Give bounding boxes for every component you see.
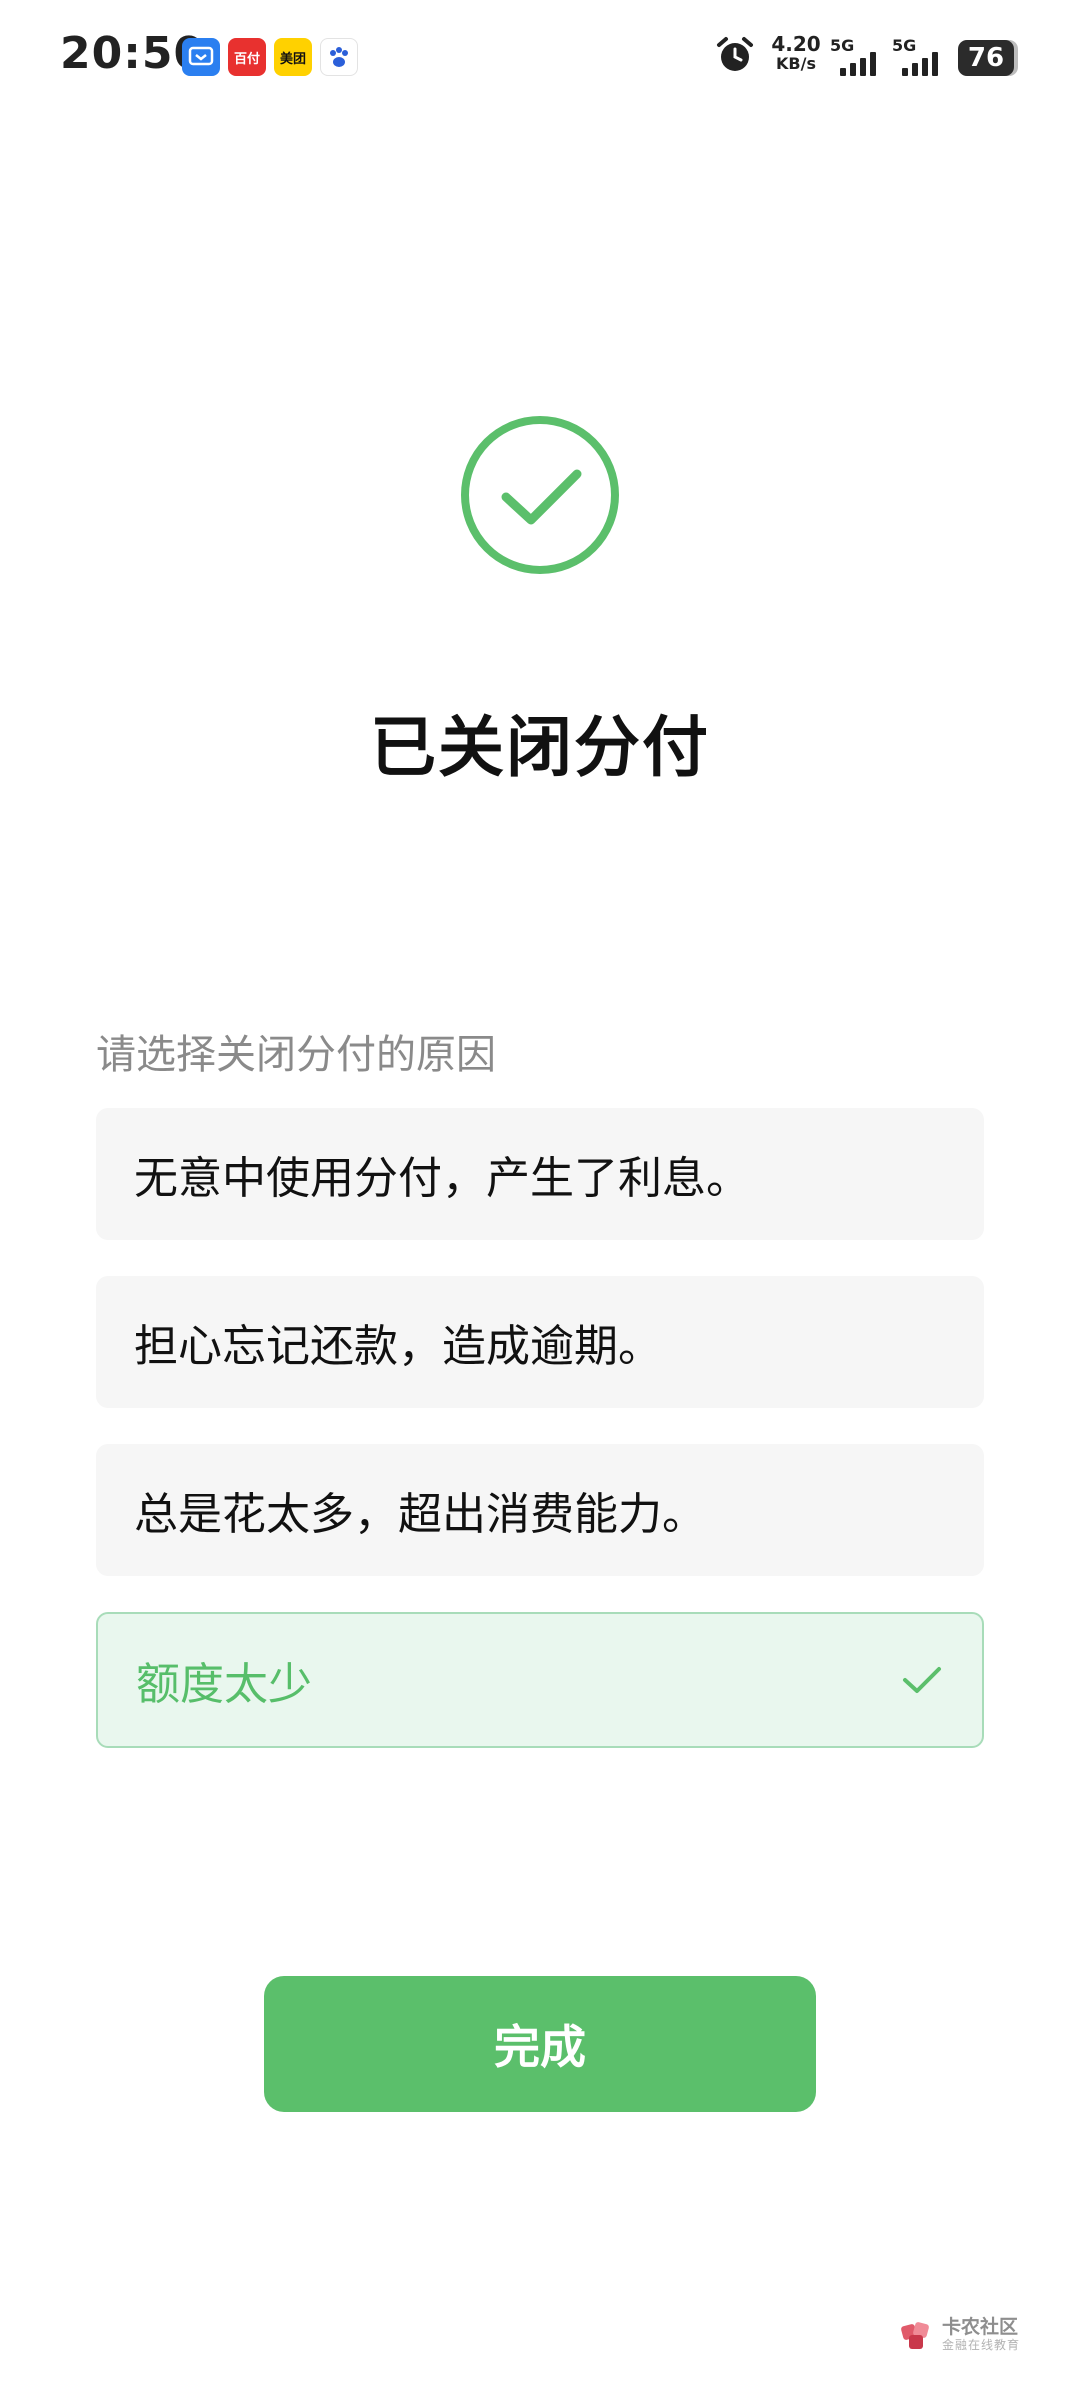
signal-bars-icon [840, 52, 876, 76]
reason-option-accidental-use[interactable]: 无意中使用分付，产生了利息。 [96, 1108, 984, 1240]
reason-option-label: 额度太少 [136, 1659, 312, 1710]
cloud-app-icon [182, 38, 220, 76]
reason-option-label: 无意中使用分付，产生了利息。 [134, 1153, 750, 1204]
network-speed-unit: KB/s [776, 54, 816, 73]
meituan-app-icon: 美团 [274, 38, 312, 76]
kanong-logo-icon [901, 2322, 929, 2349]
selected-check-icon [903, 1667, 941, 1693]
page-title: 已关闭分付 [370, 709, 710, 786]
signal-1: 5G [830, 36, 886, 80]
watermark-name: 卡农社区 [942, 2316, 1019, 2338]
watermark-subtitle: 金融在线教育 [942, 2338, 1021, 2352]
battery-level: 76 [958, 40, 1014, 76]
battery-icon: 76 [958, 40, 1020, 76]
alarm-clock-icon [717, 37, 753, 71]
reason-option-forget-repay[interactable]: 担心忘记还款，造成逾期。 [96, 1276, 984, 1408]
status-bar: 20:50 百付 美团 4.20 KB/s 5G 5G 76 [0, 0, 1080, 120]
reason-section-label: 请选择关闭分付的原因 [96, 1032, 496, 1078]
signal-bars-icon [902, 52, 938, 76]
reason-option-low-limit[interactable]: 额度太少 [96, 1612, 984, 1748]
baidu-app-icon [320, 38, 358, 76]
signal-2: 5G [892, 36, 948, 80]
reason-option-overspend[interactable]: 总是花太多，超出消费能力。 [96, 1444, 984, 1576]
reason-option-label: 总是花太多，超出消费能力。 [134, 1489, 706, 1540]
status-icons: 4.20 KB/s 5G 5G 76 [716, 30, 1020, 90]
watermark: 卡农社区 金融在线教育 [900, 2314, 1020, 2358]
network-speed-value: 4.20 [771, 32, 821, 56]
pay-app-icon: 百付 [228, 38, 266, 76]
done-button[interactable]: 完成 [264, 1976, 816, 2112]
network-speed: 4.20 KB/s [766, 34, 826, 74]
reason-option-label: 担心忘记还款，造成逾期。 [134, 1321, 662, 1372]
success-check-icon [461, 416, 619, 574]
